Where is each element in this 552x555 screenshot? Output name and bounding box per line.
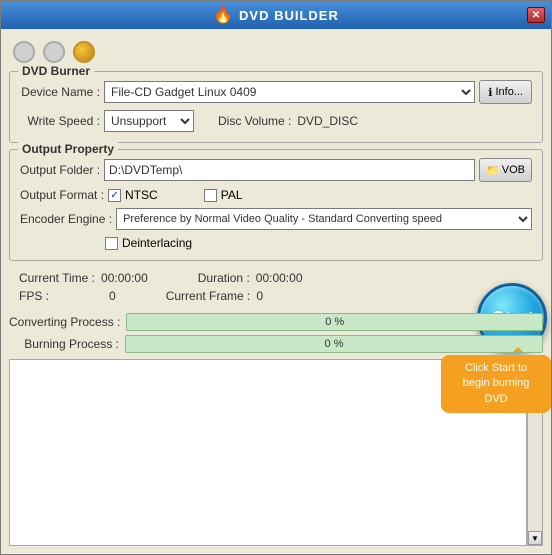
disc-volume-value: DVD_DISC — [297, 114, 358, 128]
burning-progress-row: Burning Process : 0 % — [9, 335, 543, 353]
scroll-down-button[interactable]: ▼ — [528, 531, 542, 545]
fps-label: FPS : — [19, 289, 49, 303]
output-folder-row: Output Folder : 📁 VOB — [20, 158, 532, 182]
output-property-title: Output Property — [18, 142, 118, 156]
write-speed-label: Write Speed : — [20, 114, 100, 128]
close-button[interactable]: ✕ — [527, 7, 545, 23]
converting-label: Converting Process : — [9, 315, 120, 329]
traffic-lights — [9, 37, 543, 65]
deinterlacing-row: Deinterlacing — [105, 236, 532, 250]
stats-row-2: FPS : 0 Current Frame : 0 — [9, 289, 543, 303]
current-frame-value: 0 — [256, 289, 263, 303]
converting-progress-bar: 0 % — [126, 313, 543, 331]
deinterlacing-label: Deinterlacing — [122, 236, 192, 250]
fps-value: 0 — [109, 289, 116, 303]
info-button-label: Info... — [495, 86, 523, 98]
fps-stat: FPS : 0 — [19, 289, 116, 303]
tooltip-bubble: Click Start to begin burning DVD — [441, 355, 551, 413]
burning-progress-bar: 0 % — [125, 335, 543, 353]
pal-checkbox[interactable] — [204, 189, 217, 202]
title-bar: 🔥 DVD BUILDER ✕ — [1, 1, 551, 29]
dvd-burner-title: DVD Burner — [18, 64, 94, 78]
encoder-engine-select[interactable]: Preference by Normal Video Quality - Sta… — [116, 208, 532, 230]
output-format-label: Output Format : — [20, 188, 104, 202]
vob-button-label: VOB — [502, 164, 525, 176]
device-name-label: Device Name : — [20, 85, 100, 99]
main-window: 🔥 DVD BUILDER ✕ DVD Burner Device Name :… — [0, 0, 552, 555]
deinterlacing-checkbox[interactable] — [105, 237, 118, 250]
write-speed-row: Write Speed : Unsupport Disc Volume : DV… — [20, 110, 532, 132]
pal-checkbox-label[interactable]: PAL — [204, 188, 243, 202]
ntsc-checkbox[interactable]: ✓ — [108, 189, 121, 202]
encoder-engine-label: Encoder Engine : — [20, 212, 112, 226]
ntsc-checkbox-label[interactable]: ✓ NTSC — [108, 188, 158, 202]
converting-progress-row: Converting Process : 0 % — [9, 313, 543, 331]
current-time-label: Current Time : — [19, 271, 95, 285]
stats-row-1: Current Time : 00:00:00 Duration : 00:00… — [9, 271, 543, 285]
traffic-light-yellow[interactable] — [43, 41, 65, 63]
device-name-row: Device Name : File-CD Gadget Linux 0409 … — [20, 80, 532, 104]
folder-icon: 📁 — [486, 164, 500, 177]
encoder-engine-row: Encoder Engine : Preference by Normal Vi… — [20, 208, 532, 230]
device-name-select[interactable]: File-CD Gadget Linux 0409 — [104, 81, 475, 103]
window-title: DVD BUILDER — [239, 8, 339, 23]
traffic-light-red[interactable] — [13, 41, 35, 63]
output-format-row: Output Format : ✓ NTSC PAL — [20, 188, 532, 202]
traffic-light-green[interactable] — [73, 41, 95, 63]
pal-label: PAL — [221, 188, 243, 202]
progress-section: Start Converting Process : 0 % Burning P… — [9, 313, 543, 353]
stats-section: Current Time : 00:00:00 Duration : 00:00… — [9, 267, 543, 307]
flame-icon: 🔥 — [213, 5, 233, 25]
info-icon: ℹ — [488, 86, 492, 99]
burning-progress-text: 0 % — [126, 336, 542, 352]
title-bar-content: 🔥 DVD BUILDER — [25, 5, 527, 25]
window-body: DVD Burner Device Name : File-CD Gadget … — [1, 29, 551, 554]
output-folder-input[interactable] — [104, 159, 475, 181]
vob-button[interactable]: 📁 VOB — [479, 158, 532, 182]
current-time-value: 00:00:00 — [101, 271, 148, 285]
write-speed-select[interactable]: Unsupport — [104, 110, 194, 132]
converting-progress-text: 0 % — [127, 314, 542, 330]
disc-volume-label: Disc Volume : — [218, 114, 291, 128]
dvd-burner-group: DVD Burner Device Name : File-CD Gadget … — [9, 71, 543, 143]
duration-label: Duration : — [198, 271, 250, 285]
format-options: ✓ NTSC PAL — [108, 188, 242, 202]
current-frame-stat: Current Frame : 0 — [166, 289, 263, 303]
burning-label: Burning Process : — [9, 337, 119, 351]
current-frame-label: Current Frame : — [166, 289, 251, 303]
ntsc-label: NTSC — [125, 188, 158, 202]
duration-value: 00:00:00 — [256, 271, 303, 285]
output-property-group: Output Property Output Folder : 📁 VOB Ou… — [9, 149, 543, 261]
disc-volume-row: Disc Volume : DVD_DISC — [218, 114, 358, 128]
tooltip-text: Click Start to begin burning DVD — [463, 362, 530, 405]
output-folder-label: Output Folder : — [20, 163, 100, 177]
duration-stat: Duration : 00:00:00 — [198, 271, 303, 285]
current-time-stat: Current Time : 00:00:00 — [19, 271, 148, 285]
info-button[interactable]: ℹ Info... — [479, 80, 532, 104]
